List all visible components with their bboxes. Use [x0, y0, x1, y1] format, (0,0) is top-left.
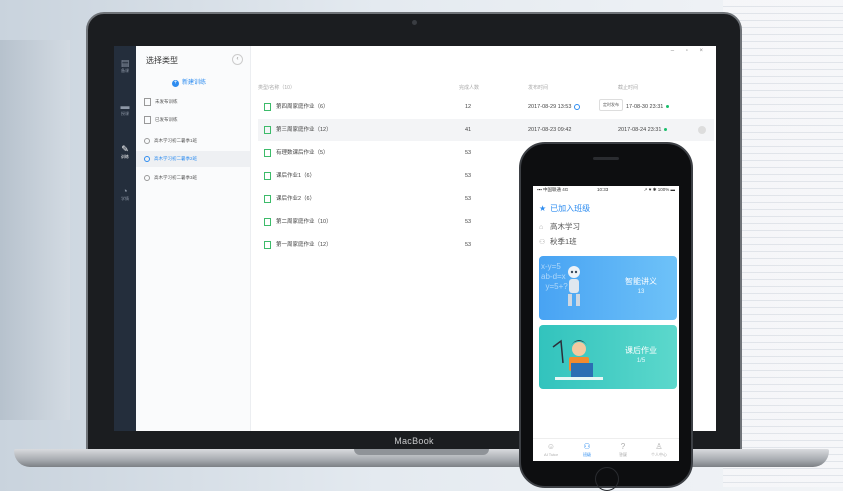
card-title: 智能讲义: [625, 277, 657, 286]
file-icon: [264, 240, 271, 249]
chat-icon: ▬: [120, 101, 130, 111]
schedule-tooltip: 定时发布: [599, 99, 623, 111]
pie-chart-icon: ◔: [122, 186, 128, 196]
student-illustration: [552, 339, 603, 380]
table-header: 类型/名称（10） 完成人数 发布时间 截止时间: [258, 84, 708, 94]
rail-item-prepare[interactable]: ▤ 备课: [114, 58, 136, 74]
collapse-button[interactable]: ‹: [232, 54, 243, 65]
sidebar: 选择类型 ‹ + 新建训练 未发布训练 已发布训练 高木学习初二暑季1班 高木学习…: [136, 46, 251, 431]
people-icon: ⚇: [539, 239, 546, 246]
battery: ↗ ♥ ✱ 100% ▬: [643, 187, 675, 192]
rail-item-analytics[interactable]: ◔ 学情: [114, 186, 136, 202]
smart-notes-card[interactable]: x-y=5 ab-d=x y=5+? 智能讲义 13: [539, 256, 677, 320]
status-dot: [664, 128, 668, 132]
card-title: 课后作业: [625, 346, 657, 355]
users-icon: ⚇: [583, 442, 591, 451]
tab-qa[interactable]: ? 答疑: [605, 442, 641, 458]
file-icon: [264, 148, 271, 157]
plus-icon: +: [172, 80, 179, 87]
table-row[interactable]: 第四周家庭作业（6） 12 2017-08-29 13:53 定时发布 17-0…: [258, 96, 714, 118]
sidebar-item-class-3[interactable]: 高木学习初二暑季3班: [136, 170, 250, 186]
star-icon: ★: [539, 204, 547, 213]
row-menu-button[interactable]: [698, 126, 706, 134]
class-row: ⚇ 秋季1班: [539, 237, 577, 246]
status-bar: ▪▪▪ 中国联通 4G 10:33 ↗ ♥ ✱ 100% ▬: [533, 186, 679, 194]
phone: ▪▪▪ 中国联通 4G 10:33 ↗ ♥ ✱ 100% ▬ ★ 已加入班级 ⌂ 高…: [519, 142, 693, 491]
tab-bar: ☺ AI Tutor ⚇ 班级 ? 答疑 ♙ 个人中心: [533, 438, 679, 461]
phone-screen: ▪▪▪ 中国联通 4G 10:33 ↗ ♥ ✱ 100% ▬ ★ 已加入班级 ⌂ 高…: [533, 186, 679, 461]
status-dot: [666, 105, 670, 109]
clock-icon: [574, 103, 581, 110]
file-icon: [264, 102, 271, 111]
file-icon: [264, 194, 271, 203]
home-button[interactable]: [595, 467, 619, 491]
person-icon: ♙: [655, 442, 663, 451]
person-icon: [144, 174, 150, 181]
header-name: 类型/名称（10）: [258, 85, 295, 91]
sidebar-title: 选择类型: [146, 56, 178, 65]
tab-ai-tutor[interactable]: ☺ AI Tutor: [533, 442, 569, 457]
person-icon: [144, 137, 150, 144]
building-icon: ⌂: [539, 224, 544, 231]
rail-item-teach[interactable]: ▬ 授课: [114, 101, 136, 117]
pen-icon: ✎: [121, 144, 129, 154]
clock: 10:33: [597, 187, 609, 192]
header-deadline: 截止时间: [618, 85, 639, 91]
card-progress: 1/5: [636, 358, 646, 364]
header-count: 完成人数: [458, 85, 479, 91]
tab-profile[interactable]: ♙ 个人中心: [641, 442, 677, 458]
tab-class[interactable]: ⚇ 班级: [569, 442, 605, 458]
carrier: ▪▪▪ 中国联通 4G: [537, 187, 569, 192]
background-blur: [0, 40, 70, 420]
window-controls[interactable]: – ▫ ×: [671, 48, 708, 54]
sidebar-item-published[interactable]: 已发布训练: [136, 112, 250, 128]
sidebar-item-class-1[interactable]: 高木学习初二暑季1班: [136, 133, 250, 149]
rail-item-train[interactable]: ✎ 训练: [114, 144, 136, 160]
file-icon: [264, 125, 271, 134]
laptop-base: [14, 449, 829, 467]
new-training-button[interactable]: + 新建训练: [172, 77, 206, 87]
joined-class-header: ★ 已加入班级: [539, 204, 591, 213]
file-icon: [264, 171, 271, 180]
card-count: 13: [637, 289, 645, 295]
table-row[interactable]: 第三周家庭作业（12） 41 2017-08-23 09:42 2017-08-…: [258, 119, 714, 141]
book-icon: ▤: [120, 58, 130, 68]
school-row: ⌂ 高木学习: [539, 222, 580, 231]
camera: [412, 20, 417, 25]
header-publish: 发布时间: [528, 85, 549, 91]
nav-rail: ▤ 备课 ▬ 授课 ✎ 训练 ◔ 学情: [114, 46, 136, 431]
document-icon: [144, 97, 151, 106]
sidebar-item-unpublished[interactable]: 未发布训练: [136, 94, 250, 110]
homework-card[interactable]: 课后作业 1/5: [539, 325, 677, 389]
smile-icon: ☺: [546, 442, 556, 451]
sidebar-item-class-2[interactable]: 高木学习初二暑季2班: [136, 151, 250, 167]
document-icon: [144, 115, 151, 124]
phone-speaker: [593, 157, 619, 160]
robot-illustration: [568, 266, 580, 306]
person-icon: [144, 155, 150, 162]
file-icon: [264, 217, 271, 226]
question-icon: ?: [620, 442, 626, 451]
